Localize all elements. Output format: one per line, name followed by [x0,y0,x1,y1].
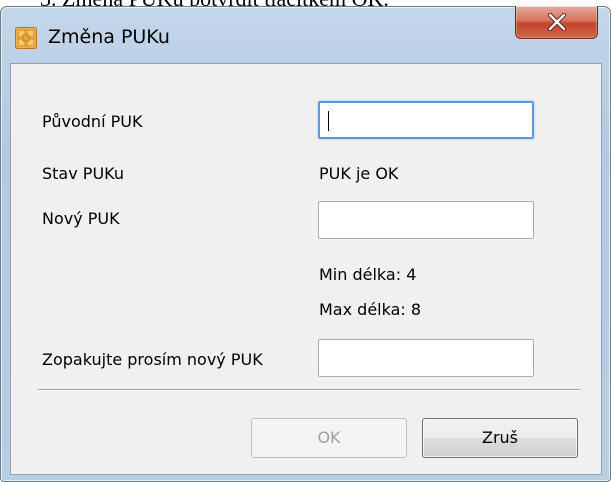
smartcard-chip-icon [15,27,37,49]
puk-status-value: PUK je OK [319,164,399,183]
ok-button[interactable]: OK [251,418,407,458]
window-title: Změna PUKu [48,26,170,48]
new-puk-label: Nový PUK [42,209,120,228]
close-button[interactable] [515,6,598,39]
text-caret [328,111,329,131]
puk-status-label: Stav PUKu [42,164,124,183]
cancel-button[interactable]: Zruš [422,418,578,458]
max-length-hint: Max délka: 8 [319,300,422,319]
button-separator [38,389,580,391]
title-bar[interactable]: Změna PUKu [1,6,610,63]
close-icon [547,12,566,32]
dialog-client-area: Původní PUK Stav PUKu PUK je OK Nový PUK… [10,63,602,475]
puk-change-dialog: Změna PUKu Původní PUK Stav PUKu PUK je … [0,6,611,482]
original-puk-label: Původní PUK [42,112,143,131]
original-puk-input[interactable] [318,101,534,139]
new-puk-input[interactable] [318,201,534,239]
repeat-puk-label: Zopakujte prosím nový PUK [42,350,263,369]
min-length-hint: Min délka: 4 [319,265,417,284]
repeat-puk-input[interactable] [318,339,534,377]
